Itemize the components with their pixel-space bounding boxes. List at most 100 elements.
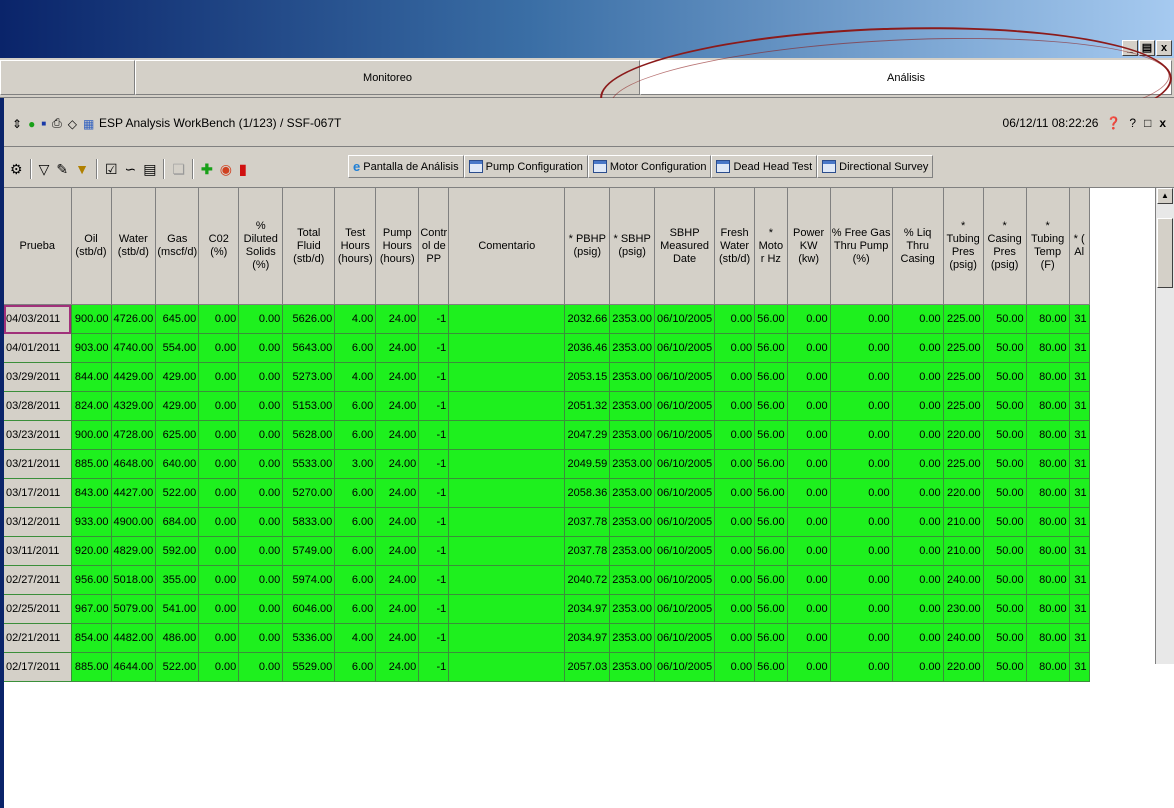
table-cell[interactable]: 0.00 [787,507,831,537]
document-icon[interactable]: ▦ [83,117,94,131]
table-cell[interactable]: 225.00 [943,449,984,479]
table-cell[interactable]: 06/10/2005 [654,478,716,508]
table-cell[interactable]: 2353.00 [609,420,656,450]
table-cell[interactable]: 220.00 [943,652,984,682]
settings-icon[interactable]: ⚙ [10,161,23,178]
table-cell[interactable]: 31 [1069,536,1090,566]
table-cell[interactable]: 2353.00 [609,507,656,537]
table-cell[interactable]: 4427.00 [111,478,157,508]
vertical-scrollbar[interactable]: ▲ [1155,188,1174,664]
table-cell[interactable]: 56.00 [754,536,788,566]
table-cell[interactable]: 0.00 [830,507,893,537]
table-icon[interactable]: ▤ [143,161,156,178]
table-cell[interactable]: 554.00 [155,333,200,363]
table-cell[interactable]: 4726.00 [111,304,157,334]
table-cell[interactable]: 240.00 [943,623,984,653]
column-header[interactable]: Prueba [4,188,72,305]
table-cell[interactable]: 5974.00 [282,565,336,595]
table-cell[interactable]: 210.00 [943,507,984,537]
table-cell[interactable] [448,304,566,334]
row-date-cell[interactable]: 04/01/2011 [4,333,72,363]
table-cell[interactable]: 4329.00 [111,391,157,421]
table-cell[interactable]: 933.00 [71,507,112,537]
table-cell[interactable]: 0.00 [198,536,240,566]
table-cell[interactable]: -1 [418,565,450,595]
table-cell[interactable]: 5153.00 [282,391,336,421]
column-header[interactable]: Pump Hours (hours) [375,188,420,305]
table-cell[interactable]: 2034.97 [564,623,611,653]
table-cell[interactable]: 0.00 [787,536,831,566]
table-cell[interactable]: 522.00 [155,478,200,508]
table-cell[interactable]: 24.00 [375,333,420,363]
table-cell[interactable]: 0.00 [787,362,831,392]
column-header[interactable]: * ( Al [1069,188,1090,305]
table-cell[interactable]: 0.00 [198,623,240,653]
table-cell[interactable]: 0.00 [198,420,240,450]
table-cell[interactable]: 225.00 [943,333,984,363]
table-cell[interactable]: 5273.00 [282,362,336,392]
table-cell[interactable]: 0.00 [198,652,240,682]
tab-directional-survey[interactable]: Directional Survey [817,155,934,178]
table-cell[interactable]: 50.00 [983,652,1027,682]
table-cell[interactable]: 2040.72 [564,565,611,595]
diamond-icon[interactable]: ◇ [68,117,77,131]
column-header[interactable]: Power KW (kw) [787,188,831,305]
table-cell[interactable]: 56.00 [754,449,788,479]
table-cell[interactable]: 0.00 [787,449,831,479]
table-cell[interactable]: 2058.36 [564,478,611,508]
table-cell[interactable]: 0.00 [830,333,893,363]
table-cell[interactable]: 4900.00 [111,507,157,537]
table-cell[interactable]: -1 [418,420,450,450]
table-cell[interactable]: 5336.00 [282,623,336,653]
table-cell[interactable]: 0.00 [238,536,284,566]
table-cell[interactable]: 50.00 [983,507,1027,537]
table-cell[interactable]: 0.00 [892,594,944,624]
table-cell[interactable]: 5079.00 [111,594,157,624]
table-row[interactable]: 03/11/2011 920.00 4829.00 592.00 0.00 0.00 574… [4,536,1090,566]
table-cell[interactable]: -1 [418,594,450,624]
table-cell[interactable]: 06/10/2005 [654,536,716,566]
table-cell[interactable]: 50.00 [983,449,1027,479]
table-cell[interactable]: 0.00 [830,594,893,624]
table-cell[interactable]: 4429.00 [111,362,157,392]
table-cell[interactable]: 0.00 [238,478,284,508]
table-cell[interactable]: 0.00 [238,391,284,421]
table-cell[interactable]: 56.00 [754,391,788,421]
table-cell[interactable]: 56.00 [754,420,788,450]
edit-icon[interactable]: ✎ [56,161,68,178]
table-cell[interactable]: 80.00 [1026,507,1070,537]
tab-monitoreo[interactable]: Monitoreo [135,60,640,95]
table-cell[interactable]: 24.00 [375,594,420,624]
table-cell[interactable]: 645.00 [155,304,200,334]
table-cell[interactable]: 429.00 [155,391,200,421]
table-cell[interactable]: 0.00 [198,449,240,479]
table-cell[interactable]: 24.00 [375,536,420,566]
table-cell[interactable]: 50.00 [983,594,1027,624]
table-cell[interactable]: 900.00 [71,420,112,450]
column-header[interactable]: Test Hours (hours) [334,188,377,305]
table-cell[interactable]: 5643.00 [282,333,336,363]
table-cell[interactable]: 0.00 [238,565,284,595]
row-date-cell[interactable]: 02/17/2011 [4,652,72,682]
table-cell[interactable]: 2034.97 [564,594,611,624]
table-cell[interactable]: 24.00 [375,507,420,537]
tab-dead-head-test[interactable]: Dead Head Test [711,155,818,178]
close-button[interactable]: x [1156,40,1172,56]
table-cell[interactable]: 80.00 [1026,362,1070,392]
table-cell[interactable]: 31 [1069,391,1090,421]
column-header[interactable]: * Moto r Hz [754,188,788,305]
table-cell[interactable]: 06/10/2005 [654,304,716,334]
table-cell[interactable]: 80.00 [1026,333,1070,363]
row-date-cell[interactable]: 02/25/2011 [4,594,72,624]
table-cell[interactable]: 0.00 [714,333,756,363]
table-cell[interactable]: 225.00 [943,304,984,334]
table-cell[interactable] [448,536,566,566]
table-cell[interactable]: 4644.00 [111,652,157,682]
table-cell[interactable]: -1 [418,391,450,421]
table-cell[interactable]: 0.00 [830,536,893,566]
column-header[interactable]: % Diluted Solids (%) [238,188,284,305]
table-cell[interactable]: 06/10/2005 [654,449,716,479]
table-row[interactable]: 02/27/2011 956.00 5018.00 355.00 0.00 0.00 597… [4,565,1090,595]
table-cell[interactable]: 5270.00 [282,478,336,508]
arrows-icon[interactable]: ⇕ [12,117,22,131]
